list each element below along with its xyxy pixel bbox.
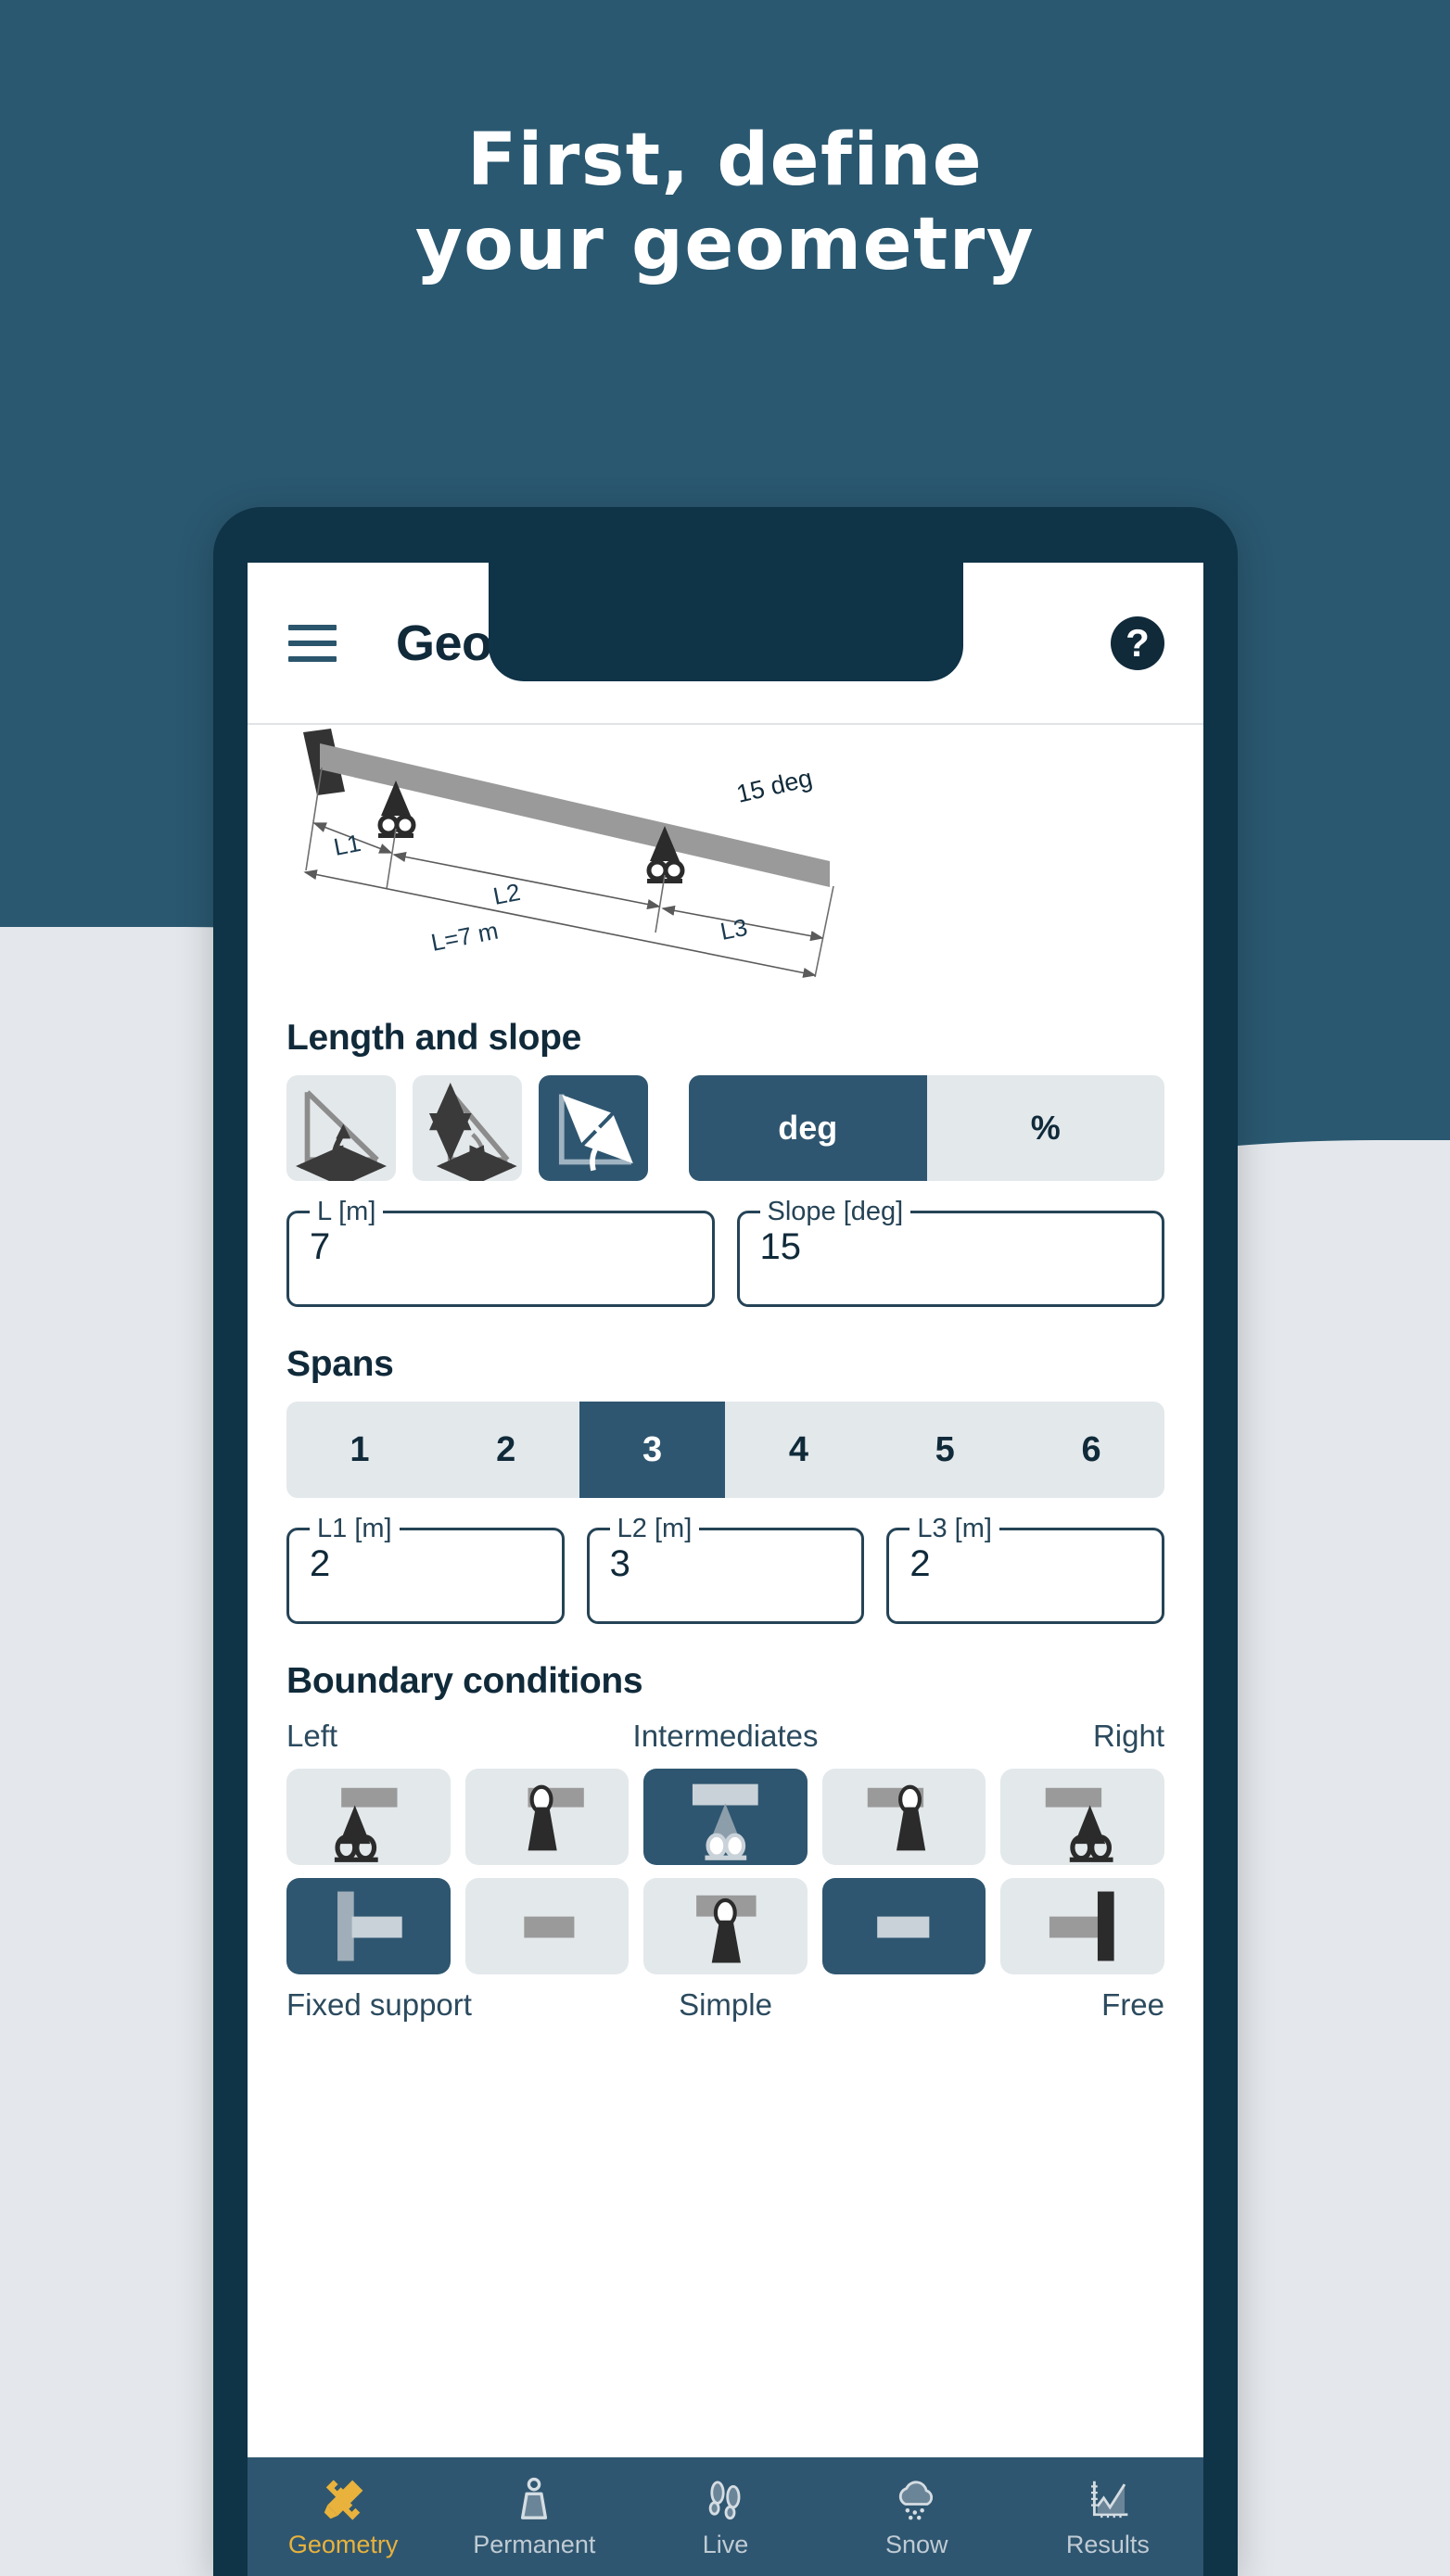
spans-selector: 1 2 3 4 5 6	[286, 1402, 1164, 1498]
span-3-value: 2	[909, 1543, 931, 1584]
boundary-header-middle: Intermediates	[632, 1719, 819, 1753]
slope-field-value: 15	[759, 1226, 802, 1267]
bc-left-fixed-icon[interactable]	[286, 1878, 451, 1974]
inclined-length-slope-icon[interactable]	[539, 1075, 648, 1181]
boundary-header: Left Intermediates Right	[248, 1719, 1203, 1754]
boundary-footer-left: Fixed support	[286, 1987, 472, 2022]
span-1-field[interactable]: L1 [m] 2	[286, 1514, 565, 1624]
headline-line-1: First, define	[466, 119, 984, 202]
span-3-label: L3 [m]	[909, 1514, 999, 1544]
spans-option-1[interactable]: 1	[286, 1402, 433, 1498]
phone-notch	[488, 563, 963, 681]
weight-person-icon	[521, 2477, 548, 2519]
hamburger-menu-icon[interactable]	[288, 624, 337, 662]
bc-right-pinned-icon[interactable]	[821, 1769, 986, 1865]
slope-unit-toggle: deg %	[689, 1075, 1164, 1181]
help-question-icon[interactable]: ?	[1111, 615, 1164, 670]
span-2-label: L2 [m]	[609, 1514, 700, 1544]
nav-label-snow: Snow	[884, 2530, 948, 2558]
vertical-height-angle-icon[interactable]	[413, 1075, 522, 1181]
spans-title: Spans	[286, 1344, 394, 1384]
bc-left-pinned-icon[interactable]	[464, 1769, 630, 1865]
length-slope-fields: L [m] 7 Slope [deg] 15	[248, 1197, 1203, 1307]
bc-intermediate-roller-icon[interactable]	[643, 1769, 808, 1865]
svg-text:15 deg: 15 deg	[734, 764, 815, 808]
span-1-label: L1 [m]	[310, 1514, 400, 1544]
boundary-row-2	[248, 1878, 1203, 1974]
span-1-value: 2	[310, 1543, 331, 1584]
spans-option-6[interactable]: 6	[1018, 1402, 1164, 1498]
svg-text:L2: L2	[490, 878, 522, 910]
boundary-conditions-title: Boundary conditions	[286, 1661, 643, 1701]
footprints-icon	[708, 2480, 740, 2519]
bc-right-roller-icon[interactable]	[1000, 1769, 1164, 1865]
ruler-pencil-icon	[324, 2479, 363, 2520]
nav-item-snow[interactable]: Snow	[821, 2475, 1012, 2559]
snow-cloud-icon	[898, 2480, 933, 2519]
span-length-fields: L1 [m] 2 L2 [m] 3 L3 [m] 2	[248, 1514, 1203, 1624]
spans-option-5[interactable]: 5	[871, 1402, 1018, 1498]
bc-right-free-icon[interactable]	[821, 1878, 986, 1974]
nav-label-geometry: Geometry	[287, 2530, 399, 2558]
horizontal-length-rise-icon[interactable]	[286, 1075, 396, 1181]
length-slope-title: Length and slope	[286, 1018, 582, 1058]
span-2-field[interactable]: L2 [m] 3	[586, 1514, 865, 1624]
unit-option-deg[interactable]: deg	[689, 1075, 927, 1181]
boundary-footer: Fixed support Simple Free	[248, 1987, 1203, 2023]
bottom-navigation: Geometry Permanent Live Snow Results	[248, 2457, 1203, 2576]
nav-label-live: Live	[702, 2530, 749, 2558]
length-field-value: 7	[310, 1226, 331, 1267]
slope-field[interactable]: Slope [deg] 15	[736, 1197, 1164, 1307]
boundary-footer-middle: Simple	[679, 1987, 772, 2022]
boundary-header-left: Left	[286, 1719, 338, 1753]
nav-item-live[interactable]: Live	[630, 2475, 820, 2559]
length-slope-controls: deg %	[248, 1075, 1203, 1181]
bc-left-free-icon[interactable]	[464, 1878, 630, 1974]
length-field[interactable]: L [m] 7	[286, 1197, 715, 1307]
bc-left-roller-icon[interactable]	[286, 1769, 451, 1865]
span-3-field[interactable]: L3 [m] 2	[886, 1514, 1165, 1624]
boundary-header-right: Right	[1092, 1719, 1165, 1753]
length-field-label: L [m]	[310, 1197, 384, 1227]
nav-item-permanent[interactable]: Permanent	[439, 2475, 630, 2559]
svg-text:L3: L3	[718, 913, 749, 945]
spans-option-2[interactable]: 2	[433, 1402, 579, 1498]
bc-intermediate-pinned-icon[interactable]	[643, 1878, 808, 1974]
svg-text:L1: L1	[331, 829, 362, 861]
scroll-content: 15 deg L1 L2 L3 L=7 m Length and slope d…	[248, 727, 1203, 2457]
phone-mockup: Geometry ? 15 deg	[213, 507, 1238, 2576]
nav-item-results[interactable]: Results	[1012, 2475, 1203, 2559]
unit-option-percent[interactable]: %	[927, 1075, 1165, 1181]
headline-line-2: your geometry	[414, 203, 1036, 287]
phone-screen: Geometry ? 15 deg	[248, 563, 1203, 2576]
svg-text:L=7 m: L=7 m	[428, 917, 500, 957]
spans-option-4[interactable]: 4	[725, 1402, 871, 1498]
boundary-row-1	[248, 1769, 1203, 1865]
beam-diagram: 15 deg L1 L2 L3 L=7 m	[248, 727, 1203, 1005]
span-2-value: 3	[609, 1543, 630, 1584]
spans-option-3[interactable]: 3	[579, 1402, 726, 1498]
slope-field-label: Slope [deg]	[759, 1197, 911, 1227]
promo-headline: First, define your geometry	[0, 119, 1450, 288]
chart-results-icon	[1090, 2481, 1128, 2518]
nav-label-results: Results	[1065, 2530, 1150, 2558]
bc-right-fixed-icon[interactable]	[1000, 1878, 1164, 1974]
nav-label-permanent: Permanent	[473, 2530, 596, 2558]
boundary-footer-right: Free	[1101, 1987, 1165, 2022]
nav-item-geometry[interactable]: Geometry	[248, 2475, 439, 2559]
